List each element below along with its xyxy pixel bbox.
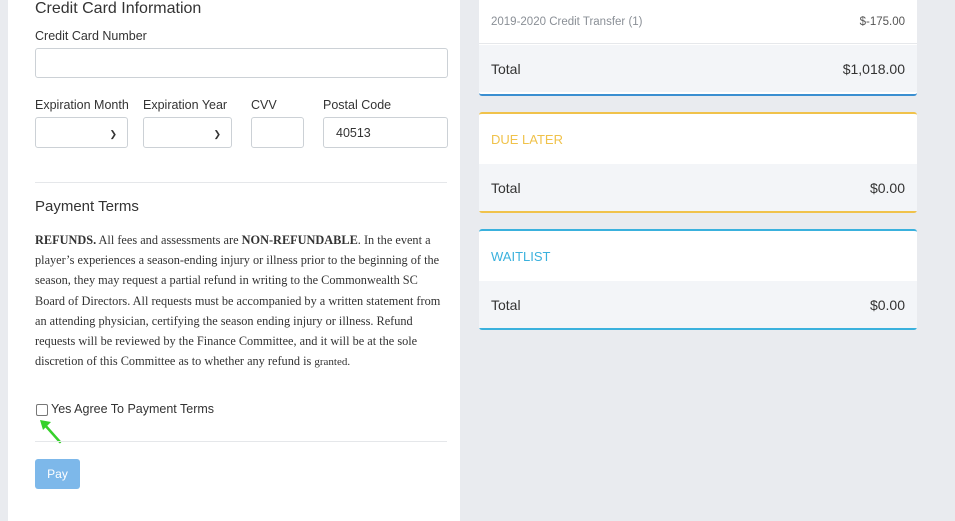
due-later-total-amount: $0.00 — [869, 179, 905, 196]
payment-form-panel: Credit Card Information Credit Card Numb… — [8, 0, 460, 521]
exp-month-label: Expiration Month — [35, 98, 129, 112]
cvv-input[interactable] — [251, 117, 304, 148]
cvv-label: CVV — [251, 98, 277, 112]
exp-year-select[interactable]: ❯ — [143, 117, 232, 148]
total-row: Total $1,018.00 — [479, 45, 917, 92]
line-item-row: 2019-2020 Credit Transfer (1) $-175.00 — [479, 0, 917, 44]
payment-terms-text: REFUNDS. All fees and assessments are NO… — [35, 230, 447, 372]
due-later-header: DUE LATER — [479, 114, 917, 164]
line-item-label: 2019-2020 Credit Transfer (1) — [491, 15, 643, 28]
non-refundable-text: NON-REFUNDABLE — [241, 233, 358, 247]
due-later-total-label: Total — [491, 179, 521, 196]
left-gutter — [0, 0, 8, 521]
section-divider — [35, 441, 447, 442]
waitlist-card: WAITLIST Total $0.00 — [479, 229, 917, 330]
waitlist-header: WAITLIST — [479, 231, 917, 281]
exp-year-label: Expiration Year — [143, 98, 228, 112]
chevron-down-icon: ❯ — [213, 129, 221, 139]
terms-text-small: granted. — [314, 356, 351, 369]
section-divider — [35, 182, 447, 183]
card-number-label: Credit Card Number — [35, 29, 147, 43]
line-item-amount: $-175.00 — [859, 15, 905, 28]
postal-code-input[interactable] — [323, 117, 448, 148]
agree-terms-label[interactable]: Yes Agree To Payment Terms — [51, 402, 214, 416]
due-later-title: DUE LATER — [491, 131, 563, 147]
waitlist-total-label: Total — [491, 296, 521, 313]
card-number-input[interactable] — [35, 48, 448, 78]
agree-terms-checkbox[interactable] — [36, 404, 48, 416]
waitlist-title: WAITLIST — [491, 248, 551, 264]
pay-button[interactable]: Pay — [35, 459, 80, 489]
exp-month-select[interactable]: ❯ — [35, 117, 128, 148]
summary-card: 2019-2020 Credit Transfer (1) $-175.00 T… — [479, 0, 917, 96]
chevron-down-icon: ❯ — [109, 129, 117, 139]
payment-terms-title: Payment Terms — [35, 198, 139, 215]
order-summary-panel: 2019-2020 Credit Transfer (1) $-175.00 T… — [479, 0, 917, 521]
credit-card-section-title: Credit Card Information — [35, 0, 202, 17]
right-gutter — [917, 0, 955, 521]
waitlist-total-amount: $0.00 — [869, 296, 905, 313]
refunds-lead: REFUNDS. — [35, 233, 97, 247]
total-amount: $1,018.00 — [842, 60, 905, 77]
terms-text-a: All fees and assessments are — [96, 233, 242, 247]
due-later-card: DUE LATER Total $0.00 — [479, 112, 917, 213]
middle-gutter — [460, 0, 479, 521]
waitlist-total-row: Total $0.00 — [479, 281, 917, 328]
terms-text-b: . In the event a player’s experiences a … — [35, 233, 441, 369]
due-later-total-row: Total $0.00 — [479, 164, 917, 211]
postal-code-label: Postal Code — [323, 98, 392, 112]
total-label: Total — [491, 60, 521, 77]
